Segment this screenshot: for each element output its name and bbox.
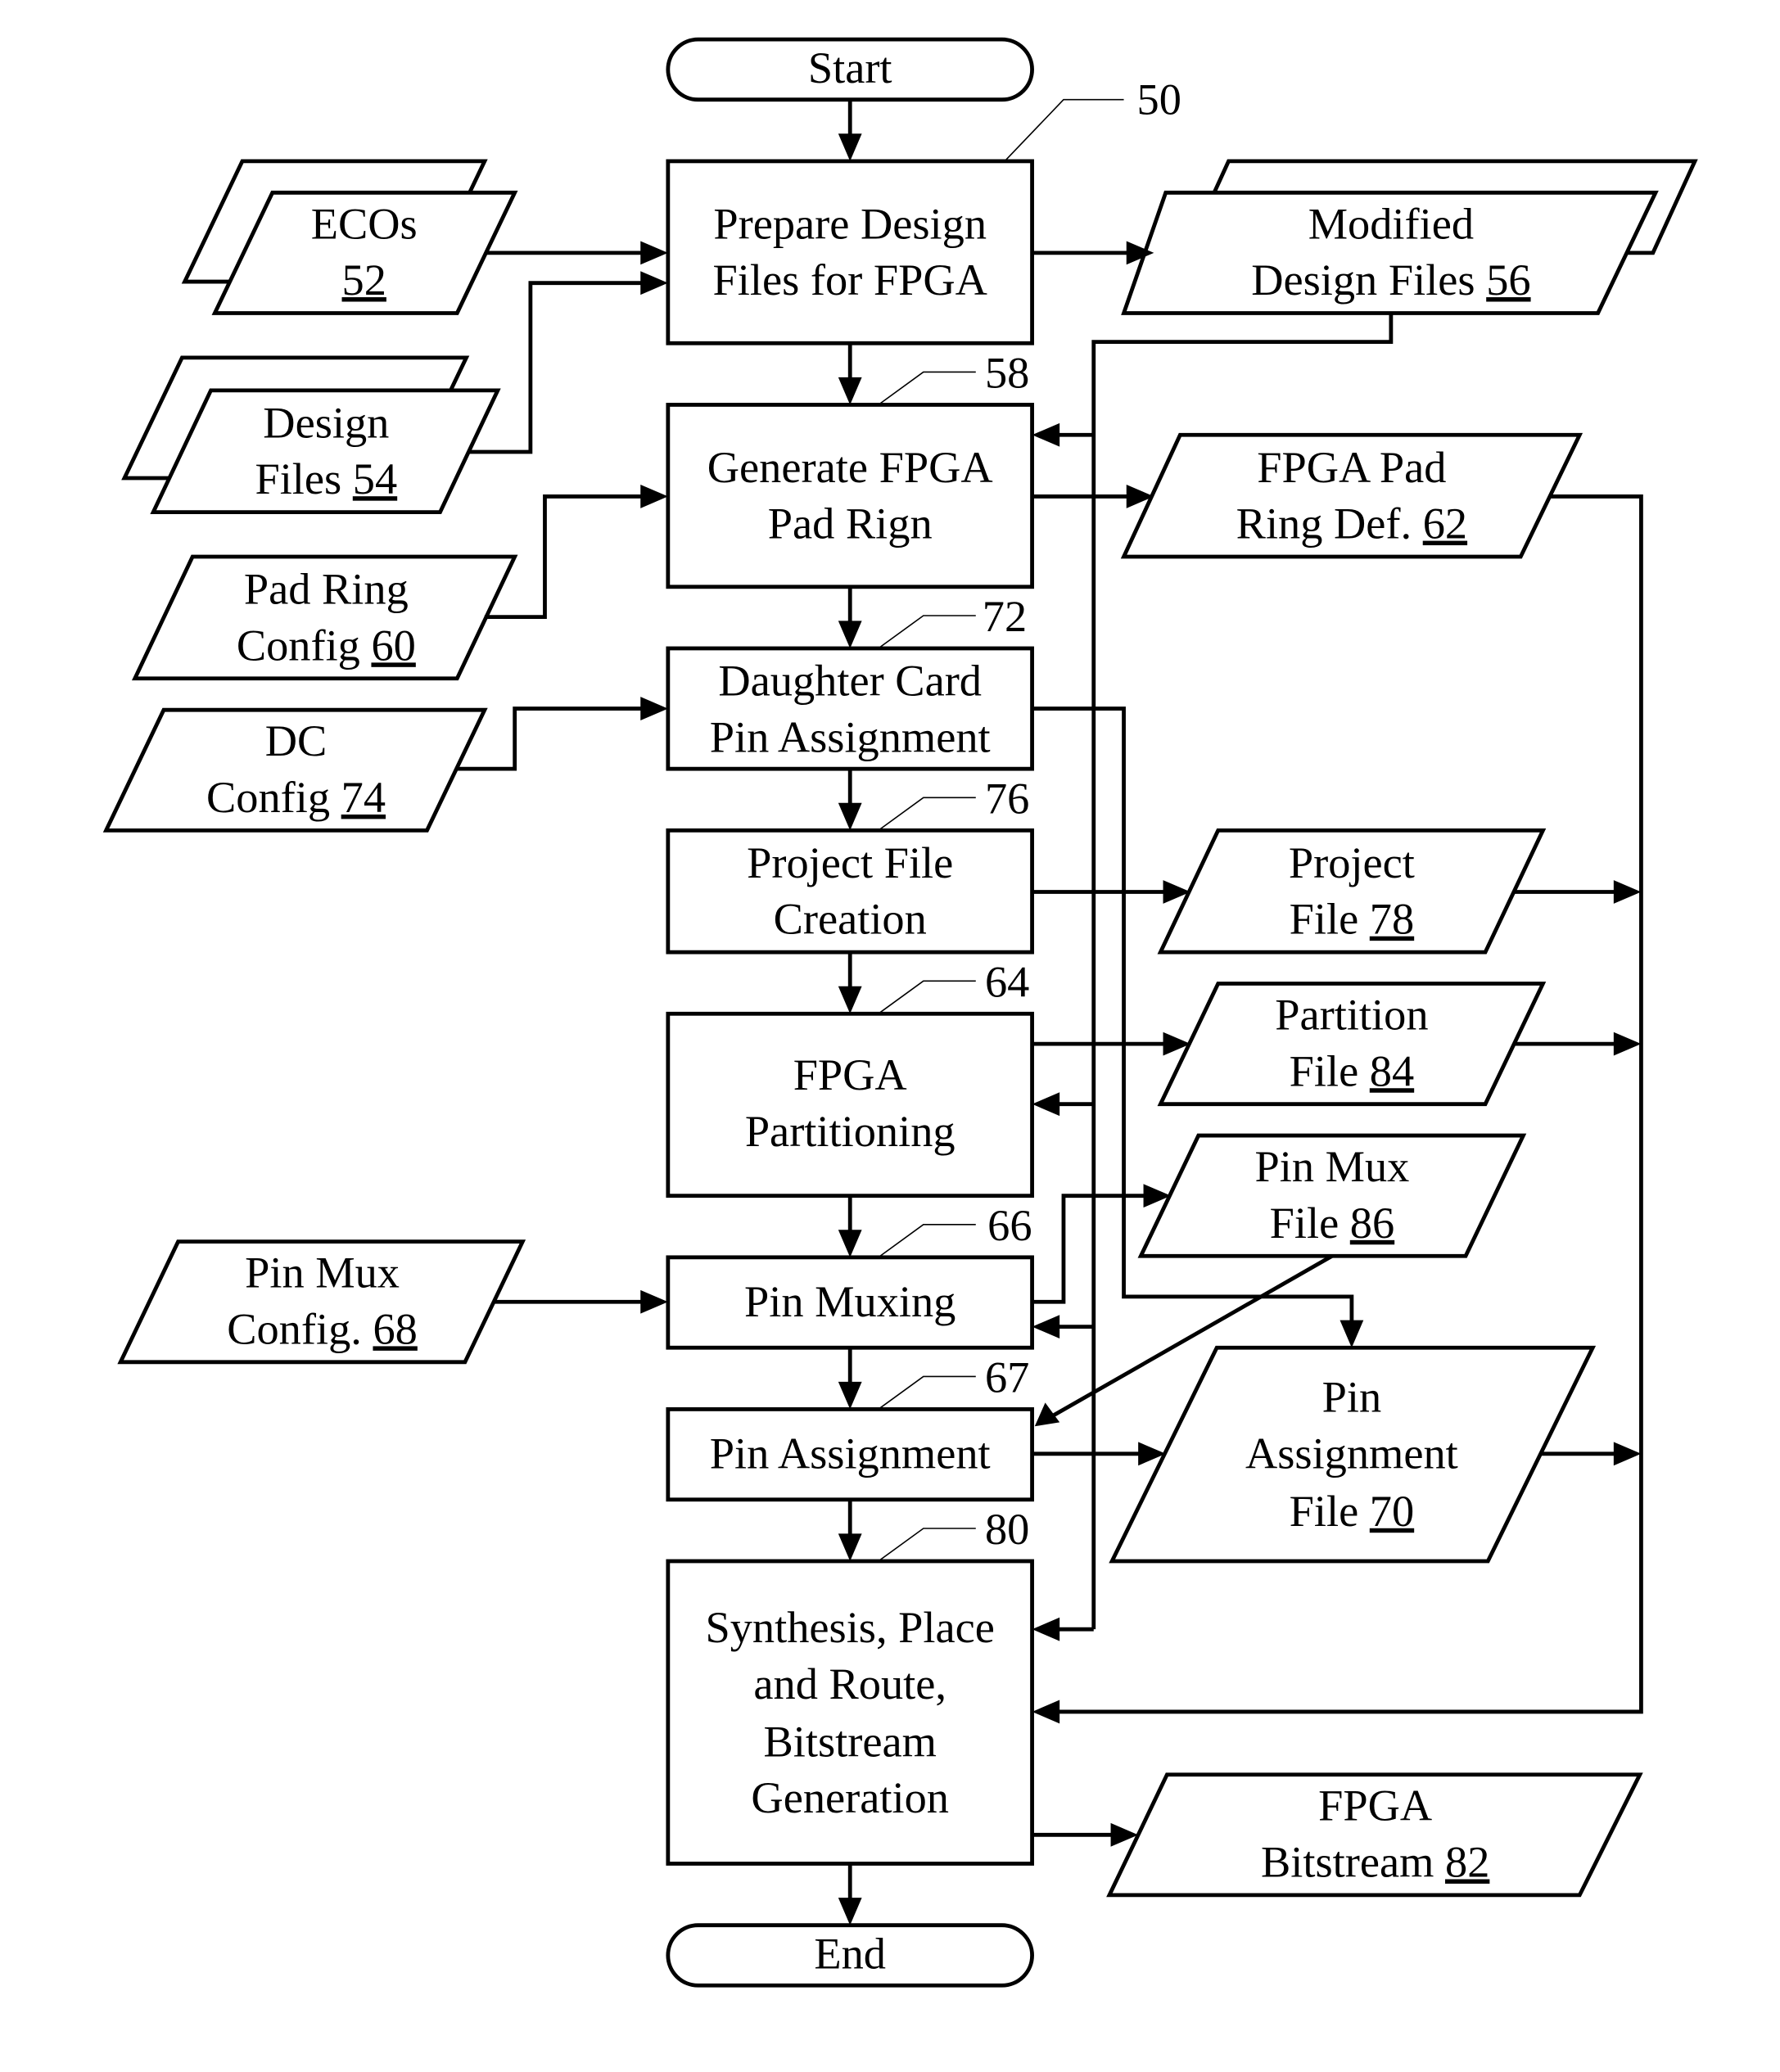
input-text: Pin Mux <box>245 1248 400 1298</box>
ref-number: 58 <box>985 349 1029 398</box>
output-text: File 84 <box>1290 1046 1415 1095</box>
ref-number: 72 <box>983 592 1027 641</box>
ref-number: 64 <box>985 958 1029 1007</box>
output-partition-file: Partition File 84 <box>1157 982 1547 1107</box>
output-text: Ring Def. 62 <box>1236 499 1467 548</box>
figure-ref-label: 50 <box>1137 74 1181 124</box>
process-text: and Route, <box>753 1659 946 1709</box>
input-text: Config. 68 <box>227 1304 418 1353</box>
input-pin-mux-config: Pin Mux Config. 68 <box>117 1239 526 1365</box>
input-text: Config 60 <box>237 621 416 670</box>
ref-number: 52 <box>342 255 386 305</box>
output-text: Pin <box>1322 1373 1382 1422</box>
process-text: Creation <box>774 895 927 944</box>
process-text: Generation <box>751 1773 949 1822</box>
output-text: Bitstream 82 <box>1261 1838 1489 1887</box>
flowchart: Start End 50 Prepare Design Files for FP… <box>102 37 1698 1988</box>
end-label: End <box>814 1929 886 1978</box>
leader-line <box>879 1224 976 1257</box>
output-fpga-bitstream: FPGA Bitstream 82 <box>1106 1772 1643 1898</box>
leader-line <box>879 797 976 830</box>
output-modified-design-files: Modified Design Files 56 <box>1121 159 1698 315</box>
ref-number: 67 <box>985 1353 1029 1402</box>
leader-line <box>879 1528 976 1561</box>
output-pin-assignment-file: Pin Assignment File 70 <box>1109 1345 1597 1564</box>
process-text: Prepare Design <box>713 199 987 248</box>
start-label: Start <box>808 43 892 93</box>
process-text: Pad Rign <box>768 499 933 548</box>
process-text: Daughter Card <box>718 657 982 706</box>
output-text: FPGA <box>1318 1781 1432 1830</box>
output-text: File 70 <box>1290 1487 1415 1536</box>
output-project-file: Project File 78 <box>1157 828 1547 955</box>
output-text: File 78 <box>1290 895 1415 944</box>
output-text: FPGA Pad <box>1257 443 1446 492</box>
leader-line-50 <box>1005 98 1124 160</box>
input-pad-ring-config: Pad Ring Config 60 <box>131 554 518 681</box>
process-text: Synthesis, Place <box>705 1603 994 1652</box>
input-ecos: ECOs 52 <box>181 159 518 315</box>
input-text: Config 74 <box>206 773 386 822</box>
output-text: Partition <box>1275 991 1428 1040</box>
process-text: Files for FPGA <box>713 255 987 305</box>
output-text: Pin Mux <box>1254 1142 1409 1191</box>
process-text: Generate FPGA <box>707 443 993 492</box>
leader-line <box>879 980 976 1013</box>
input-text: Design <box>263 398 389 447</box>
input-dc-config: DC Config 74 <box>102 707 488 833</box>
ref-number: 76 <box>985 774 1029 824</box>
output-text: Design Files 56 <box>1251 255 1530 305</box>
output-text: File 86 <box>1270 1199 1395 1248</box>
end-terminal: End <box>666 1923 1034 1988</box>
process-text: Pin Assignment <box>710 712 991 761</box>
input-text: ECOs <box>311 199 418 248</box>
process-text: Bitstream <box>763 1717 936 1766</box>
output-pin-mux-file: Pin Mux File 86 <box>1137 1133 1527 1258</box>
output-fpga-pad-ring-def: FPGA Pad Ring Def. 62 <box>1120 432 1583 559</box>
leader-line <box>879 371 976 404</box>
process-prepare-design-files: Prepare Design Files for FPGA <box>666 159 1034 345</box>
output-text: Modified <box>1308 199 1474 248</box>
output-text: Project <box>1289 838 1415 887</box>
leader-line <box>879 615 976 648</box>
leader-line <box>879 1375 976 1409</box>
start-terminal: Start <box>666 37 1034 102</box>
process-text: Pin Muxing <box>744 1277 956 1326</box>
process-text: Partitioning <box>745 1107 956 1156</box>
input-text: Pad Ring <box>244 565 409 614</box>
input-text: Files 54 <box>255 454 397 503</box>
process-text: Pin Assignment <box>710 1429 991 1478</box>
process-text: FPGA <box>793 1050 907 1099</box>
ref-number: 80 <box>985 1505 1029 1554</box>
process-text: Project File <box>747 838 953 887</box>
input-text: DC <box>265 716 328 765</box>
input-design-files: Design Files 54 <box>121 355 501 515</box>
ref-number: 66 <box>987 1201 1032 1250</box>
output-text: Assignment <box>1245 1429 1458 1478</box>
